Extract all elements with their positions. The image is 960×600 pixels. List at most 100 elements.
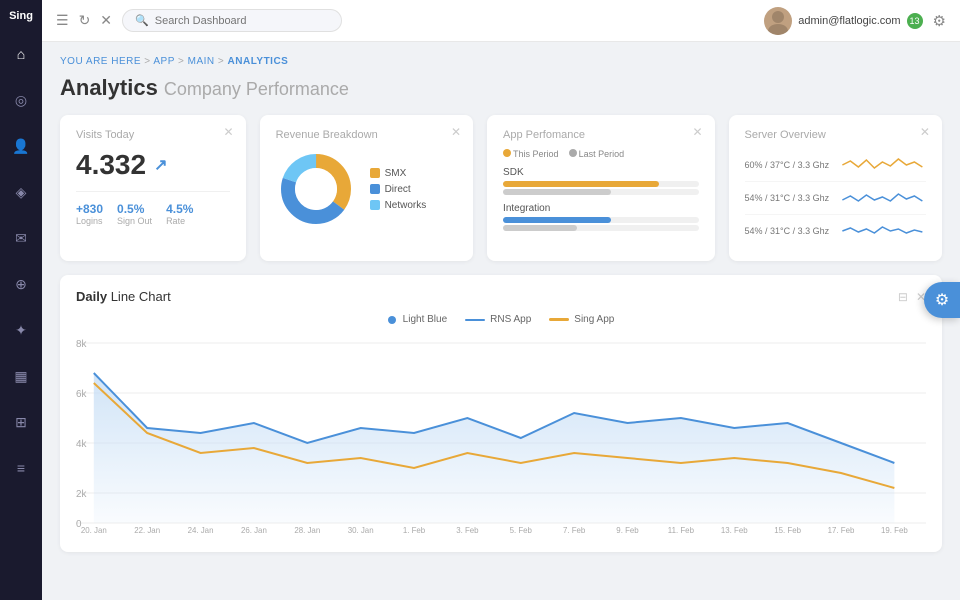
server-card-title: Server Overview xyxy=(745,129,926,141)
svg-text:6k: 6k xyxy=(76,389,86,400)
server-row-2: 54% / 31°C / 3.3 Ghz xyxy=(745,182,926,215)
integration-bar-prev xyxy=(503,225,577,231)
server-row-1: 60% / 37°C / 3.3 Ghz xyxy=(745,149,926,182)
sidebar: Sing ⌂ ◎ 👤 ◈ ✉ ⊕ ✦ ▦ ⊞ ≡ xyxy=(0,0,42,600)
hamburger-icon[interactable]: ☰ xyxy=(56,12,69,29)
server-wave-1 xyxy=(839,155,926,175)
svg-text:30. Jan: 30. Jan xyxy=(348,526,374,533)
sidebar-icon-apps[interactable]: ⊞ xyxy=(7,408,35,436)
floating-settings-button[interactable]: ⚙ xyxy=(924,282,960,318)
server-row-3: 54% / 31°C / 3.3 Ghz xyxy=(745,215,926,247)
legend-dot-networks xyxy=(370,200,380,210)
sidebar-icon-mail[interactable]: ✉ xyxy=(7,224,35,252)
integration-bar-current xyxy=(503,217,610,223)
svg-text:22. Jan: 22. Jan xyxy=(134,526,160,533)
svg-text:7. Feb: 7. Feb xyxy=(563,526,586,533)
sidebar-icon-add[interactable]: ⊕ xyxy=(7,270,35,298)
svg-text:2k: 2k xyxy=(76,489,86,500)
server-wave-2 xyxy=(839,188,926,208)
visits-card-title: Visits Today xyxy=(76,129,230,141)
period-labels: This Period Last Period xyxy=(503,149,698,159)
server-card-close[interactable]: ✕ xyxy=(920,125,930,139)
svg-text:1. Feb: 1. Feb xyxy=(403,526,426,533)
legend-direct: Direct xyxy=(370,184,427,195)
page-title: AnalyticsCompany Performance xyxy=(60,75,942,101)
svg-text:20. Jan: 20. Jan xyxy=(81,526,107,533)
donut-chart xyxy=(276,149,356,229)
breadcrumb: YOU ARE HERE > App > Main > Analytics xyxy=(60,56,942,67)
server-card: Server Overview ✕ 60% / 37°C / 3.3 Ghz 5… xyxy=(729,115,942,261)
legend-rns-app: RNS App xyxy=(465,314,531,325)
legend-smx: SMX xyxy=(370,168,427,179)
legend-dot-direct xyxy=(370,184,380,194)
sidebar-icon-profile[interactable]: ◎ xyxy=(7,86,35,114)
sidebar-icon-home[interactable]: ⌂ xyxy=(7,40,35,68)
legend-networks: Networks xyxy=(370,200,427,211)
visits-stats: +830 Logins 0.5% Sign Out 4.5% Rate xyxy=(76,191,230,226)
visits-value: 4.332 ↗ xyxy=(76,149,230,181)
line-chart-card: Daily Line Chart ⊟ ✕ Light Blue RNS App xyxy=(60,275,942,552)
app-perf-card: App Perfomance ✕ This Period Last Period… xyxy=(487,115,714,261)
close-icon[interactable]: ✕ xyxy=(100,12,112,29)
svg-text:9. Feb: 9. Feb xyxy=(616,526,639,533)
legend-sing-app: Sing App xyxy=(549,314,614,325)
visits-stat-rate: 4.5% Rate xyxy=(166,202,193,226)
line-chart-svg: 8k 6k 4k 2k 0 xyxy=(76,333,926,533)
svg-text:13. Feb: 13. Feb xyxy=(721,526,748,533)
svg-text:15. Feb: 15. Feb xyxy=(774,526,801,533)
app-perf-title: App Perfomance xyxy=(503,129,698,141)
sdk-bar-prev xyxy=(503,189,610,195)
svg-text:5. Feb: 5. Feb xyxy=(510,526,533,533)
chart-legend: Light Blue RNS App Sing App xyxy=(76,314,926,325)
svg-text:17. Feb: 17. Feb xyxy=(828,526,855,533)
visits-stat-signout: 0.5% Sign Out xyxy=(117,202,152,226)
visits-arrow-icon: ↗ xyxy=(154,155,167,175)
topbar-right: admin@flatlogic.com 13 ⚙ xyxy=(764,7,946,35)
app-logo: Sing xyxy=(9,10,33,22)
search-box[interactable]: 🔍 xyxy=(122,9,342,32)
svg-text:28. Jan: 28. Jan xyxy=(294,526,320,533)
chart-title: Daily Line Chart xyxy=(76,289,171,304)
avatar xyxy=(764,7,792,35)
svg-text:11. Feb: 11. Feb xyxy=(668,526,695,533)
search-input[interactable] xyxy=(155,15,329,27)
svg-text:8k: 8k xyxy=(76,339,86,350)
legend-line-rns xyxy=(465,319,485,321)
chart-header: Daily Line Chart ⊟ ✕ xyxy=(76,289,926,304)
revenue-card-title: Revenue Breakdown xyxy=(276,129,457,141)
chart-actions: ⊟ ✕ xyxy=(898,290,926,304)
svg-text:3. Feb: 3. Feb xyxy=(456,526,479,533)
refresh-icon[interactable]: ↻ xyxy=(79,12,91,29)
sidebar-icon-star[interactable]: ✦ xyxy=(7,316,35,344)
revenue-card-close[interactable]: ✕ xyxy=(451,125,461,139)
user-info[interactable]: admin@flatlogic.com 13 xyxy=(764,7,922,35)
app-perf-close[interactable]: ✕ xyxy=(692,125,702,139)
chart-minimize-icon[interactable]: ⊟ xyxy=(898,290,908,304)
visits-card-close[interactable]: ✕ xyxy=(224,125,234,139)
sidebar-icon-chart[interactable]: ▦ xyxy=(7,362,35,390)
sidebar-icon-menu[interactable]: ≡ xyxy=(7,454,35,482)
sidebar-icon-diamond[interactable]: ◈ xyxy=(7,178,35,206)
breadcrumb-current: Analytics xyxy=(228,56,289,67)
legend-line-sing xyxy=(549,318,569,321)
sidebar-icon-users[interactable]: 👤 xyxy=(7,132,35,160)
visits-card: Visits Today ✕ 4.332 ↗ +830 Logins 0.5% … xyxy=(60,115,246,261)
visits-stat-logins: +830 Logins xyxy=(76,202,103,226)
admin-email: admin@flatlogic.com xyxy=(798,15,900,27)
settings-icon[interactable]: ⚙ xyxy=(933,12,946,30)
legend-light-blue: Light Blue xyxy=(388,314,447,325)
notification-badge[interactable]: 13 xyxy=(907,13,923,29)
content-area: YOU ARE HERE > App > Main > Analytics An… xyxy=(42,42,960,600)
revenue-inner: SMX Direct Networks xyxy=(276,149,457,229)
legend-dot-light-blue xyxy=(388,316,396,324)
perf-integration: Integration xyxy=(503,203,698,231)
svg-text:26. Jan: 26. Jan xyxy=(241,526,267,533)
svg-text:19. Feb: 19. Feb xyxy=(881,526,908,533)
revenue-card: Revenue Breakdown ✕ xyxy=(260,115,473,261)
search-icon: 🔍 xyxy=(135,14,149,27)
chart-area: 8k 6k 4k 2k 0 xyxy=(76,333,926,538)
cards-row: Visits Today ✕ 4.332 ↗ +830 Logins 0.5% … xyxy=(60,115,942,261)
sdk-bar-current xyxy=(503,181,659,187)
svg-text:24. Jan: 24. Jan xyxy=(188,526,214,533)
main-area: ☰ ↻ ✕ 🔍 admin@flatlogic.com 13 ⚙ YOU ARE… xyxy=(42,0,960,600)
